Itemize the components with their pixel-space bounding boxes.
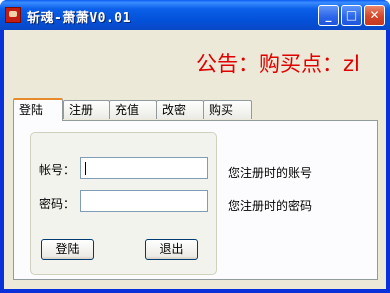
exit-button[interactable]: 退出 xyxy=(145,239,198,260)
login-group: 帐号： 密码： 登陆 退出 xyxy=(30,132,217,275)
text-caret xyxy=(85,162,86,175)
window-title: 斩魂-萧萧V0.01 xyxy=(27,11,131,26)
tab-buy[interactable]: 购买 xyxy=(203,100,252,119)
minimize-icon: _ xyxy=(325,8,332,22)
tab-change-password[interactable]: 改密 xyxy=(156,100,204,119)
close-button[interactable]: ✕ xyxy=(364,5,385,26)
account-hint: 您注册时的账号 xyxy=(228,166,313,180)
account-input[interactable] xyxy=(80,157,208,179)
password-hint: 您注册时的密码 xyxy=(228,199,313,213)
password-label: 密码： xyxy=(39,197,76,211)
tab-login[interactable]: 登陆 xyxy=(13,98,63,121)
close-icon: ✕ xyxy=(369,8,380,22)
login-button[interactable]: 登陆 xyxy=(41,239,94,260)
login-panel: 帐号： 密码： 登陆 退出 您注册时的账号 您注册时的密码 xyxy=(13,120,378,280)
app-icon[interactable] xyxy=(5,7,21,23)
password-input[interactable] xyxy=(80,190,208,212)
tab-register[interactable]: 注册 xyxy=(63,100,110,119)
maximize-icon: □ xyxy=(345,8,358,22)
maximize-button[interactable]: □ xyxy=(341,5,362,26)
app-window: 斩魂-萧萧V0.01 _ □ ✕ 公告：购买点：zl 登陆 注册 充值 改密 购… xyxy=(0,0,390,293)
account-label: 帐号： xyxy=(39,163,76,177)
title-bar[interactable]: 斩魂-萧萧V0.01 _ □ ✕ xyxy=(0,0,390,30)
tab-recharge[interactable]: 充值 xyxy=(109,100,157,119)
minimize-button[interactable]: _ xyxy=(318,5,339,26)
client-area: 公告：购买点：zl 登陆 注册 充值 改密 购买 帐号： 密码： 登陆 退出 您… xyxy=(4,30,386,289)
notice-text: 公告：购买点：zl xyxy=(196,52,360,76)
